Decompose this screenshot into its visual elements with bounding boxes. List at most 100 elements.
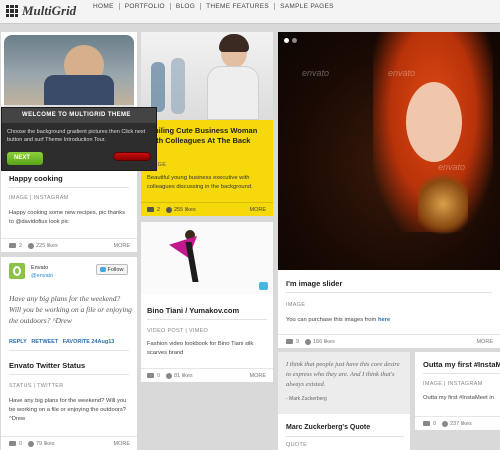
slider-dot-active[interactable] [284,38,289,43]
main-nav: HOME PORTFOLIO BLOG THEME FEATURES SAMPL… [88,0,339,12]
like-count: 79 likes [36,441,55,447]
card-title[interactable]: Envato Twitter Status [9,361,85,370]
like-count: 255 likes [174,207,196,213]
card-meta: STATUS | TWITTER [9,383,64,389]
logo[interactable]: MultiGrid [6,3,77,18]
card-footer: 0 237 likes [415,416,500,430]
watermark: envato [438,162,466,172]
nav-theme-features[interactable]: THEME FEATURES [200,2,274,10]
card-text: Beautiful young business executive with … [147,175,253,190]
quote-author: - Mark Zuckerberg [286,396,327,402]
more-link[interactable]: MORE [250,373,267,379]
nav-portfolio[interactable]: PORTFOLIO [118,2,170,10]
card-title[interactable]: Marc Zuckerberg's Quote [286,424,370,431]
divider [286,292,492,293]
comment-icon[interactable] [9,441,16,446]
twitter-handle[interactable]: @envato [31,273,53,279]
quote-box: I think that people just have this core … [278,352,410,414]
vimeo-icon [259,282,268,290]
slider-dot[interactable] [292,38,297,43]
card-title[interactable]: Happy cooking [9,174,63,183]
comment-count: 2 [157,207,161,213]
grid-logo-icon [6,5,18,17]
tour-next-button[interactable]: NEXT [7,152,43,165]
comment-count: 0 [19,441,23,447]
avatar[interactable] [9,263,25,279]
comment-count: 0 [433,421,437,427]
card-title[interactable]: I'm image slider [286,279,342,288]
comment-icon[interactable] [9,243,16,248]
card-footer: 0 81 likes MORE [141,368,273,382]
nav-home[interactable]: HOME [88,3,119,10]
tour-body: Choose the background gradient pictures … [7,129,146,143]
slider-image[interactable]: envato envato envato [278,32,500,270]
heart-icon[interactable] [305,339,311,345]
more-link[interactable]: MORE [114,243,131,249]
comment-icon[interactable] [286,339,293,344]
card-meta: VIDEO POST | VIMEO [147,328,209,334]
comment-count: 9 [296,339,300,345]
like-count: 166 likes [313,339,335,345]
heart-icon[interactable] [442,421,448,427]
comment-count: 0 [157,373,161,379]
comment-icon[interactable] [147,207,154,212]
like-count: 237 likes [450,421,472,427]
watermark: envato [302,68,330,78]
card-footer: 0 79 likes MORE [1,436,137,450]
tour-title: WELCOME TO MULTIGRID THEME [2,108,156,123]
card-text: Outta my first #InstaMeet in [423,395,494,401]
quote-text: I think that people just have this core … [286,361,400,388]
tour-exit-button[interactable] [113,152,151,161]
card-text: Have any big plans for the weekend? Will… [9,398,127,422]
card-footer: 9 166 likes MORE [278,334,500,348]
twitter-bird-icon [100,267,106,273]
comment-icon[interactable] [423,421,430,426]
heart-icon[interactable] [166,373,172,379]
card-title[interactable]: Smiling Cute Business Woman With Colleag… [147,126,269,146]
brand-name: MultiGrid [22,3,77,18]
divider [147,319,267,320]
more-link[interactable]: MORE [250,207,267,213]
card-meta: IMAGE | INSTAGRAM [423,381,483,387]
comment-count: 2 [19,243,23,249]
card-title[interactable]: Outta my first #InstaMe [423,360,500,369]
like-count: 225 likes [36,243,58,249]
card-text: You can purchase this images from here [286,316,390,325]
card-footer: 2 255 likes MORE [141,202,273,216]
card-text: Happy cooking some new recipes, pic than… [9,210,125,225]
purchase-link[interactable]: here [378,317,390,323]
heart-icon[interactable] [28,243,34,249]
card-meta: IMAGE [286,302,306,308]
tweet-text: Have any big plans for the weekend? Will… [9,294,132,325]
divider [9,350,129,351]
tweet-actions[interactable]: REPLY RETWEET FAVORITE 24Aug13 [9,339,114,345]
follow-label: Follow [107,267,124,273]
card-text: Fashion video lookbook for Bino Tiani si… [147,341,254,356]
card-quote: I think that people just have this core … [278,352,410,450]
twitter-name[interactable]: Envato [31,265,48,271]
video-thumbnail[interactable] [141,222,273,294]
follow-button[interactable]: Follow [96,264,128,275]
card-meta: QUOTE [286,442,308,448]
top-bar: MultiGrid HOME PORTFOLIO BLOG THEME FEAT… [0,0,500,24]
card-footer: 2 225 likes MORE [1,238,137,252]
card-title[interactable]: Bino Tiani / Yumakov.com [147,306,239,315]
heart-icon[interactable] [166,207,172,213]
divider [9,187,129,188]
nav-blog[interactable]: BLOG [169,2,200,10]
divider [286,436,404,437]
nav-sample-pages[interactable]: SAMPLE PAGES [274,2,339,10]
heart-icon[interactable] [28,441,34,447]
more-link[interactable]: MORE [114,441,131,447]
more-link[interactable]: MORE [477,339,494,345]
divider [423,373,500,374]
tour-popup: WELCOME TO MULTIGRID THEME Choose the ba… [1,107,157,171]
card-slider: envato envato envato I'm image slider IM… [278,32,500,348]
business-photo[interactable] [141,32,273,120]
card-meta: IMAGE | INSTAGRAM [9,195,69,201]
purchase-text: You can purchase this images from [286,317,378,323]
card-video: Bino Tiani / Yumakov.com VIDEO POST | VI… [141,222,273,382]
comment-icon[interactable] [147,373,154,378]
card-instagram: Outta my first #InstaMe IMAGE | INSTAGRA… [415,352,500,430]
divider [9,374,129,375]
